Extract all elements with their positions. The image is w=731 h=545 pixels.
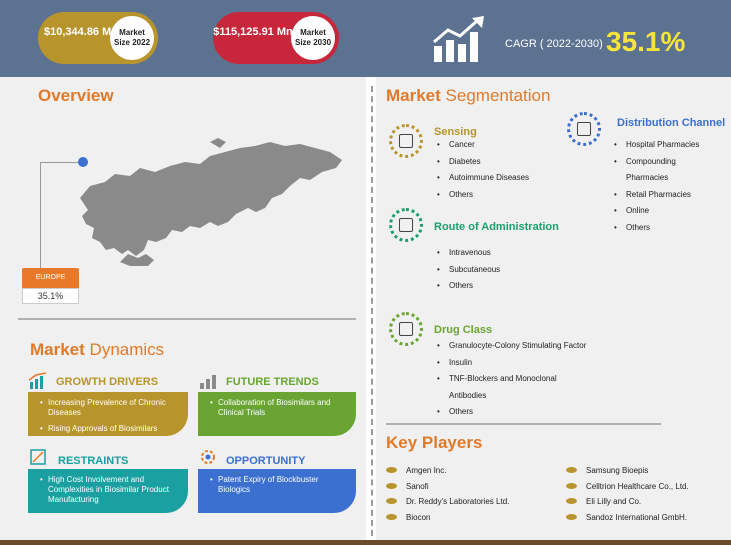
sensing-item: Others [437, 187, 529, 204]
growth-chart-icon [433, 16, 484, 62]
market-size-2022-pill: $10,344.86 Mn Market Size 2022 [38, 12, 158, 64]
route-icon [389, 208, 423, 242]
route-item: Intravenous [437, 245, 500, 262]
europe-map [80, 138, 342, 266]
distribution-item: Compounding Pharmacies [614, 154, 704, 187]
cagr-value: 35.1% [606, 26, 686, 57]
opportunity-title: OPPORTUNITY [226, 455, 306, 467]
key-players-left: Amgen Inc. Sanofi Dr. Reddy's Laboratori… [386, 463, 509, 525]
sensing-icon [389, 124, 423, 158]
restraint-item: High Cost Involvement and Complexities i… [40, 475, 180, 505]
dynamics-title: Market Dynamics [30, 340, 165, 359]
drug-class-item: Others [437, 404, 607, 421]
key-player-item: Sanofi [386, 479, 509, 495]
drug-class-item: Granulocyte-Colony Stimulating Factor [437, 338, 607, 355]
growth-driver-item: Increasing Prevalence of Chronic Disease… [40, 398, 180, 418]
distribution-icon [567, 112, 601, 146]
europe-value: 35.1% [22, 288, 79, 304]
future-trends-title: FUTURE TRENDS [226, 376, 319, 388]
distribution-item: Retail Pharmacies [614, 187, 724, 204]
drug-class-item: TNF-Blockers and Monoclonal Antibodies [437, 371, 577, 404]
bottom-bar [0, 540, 731, 545]
key-player-item: Amgen Inc. [386, 463, 509, 479]
route-title: Route of Administration [434, 221, 559, 233]
key-player-item: Celltrion Healthcare Co., Ltd. [566, 479, 689, 495]
route-item: Others [437, 278, 500, 295]
distribution-item: Online [614, 203, 724, 220]
overview-divider [18, 318, 356, 320]
market-size-2030-label: Market Size 2030 [291, 16, 335, 60]
distribution-item: Others [614, 220, 724, 237]
distribution-title: Distribution Channel [617, 117, 726, 129]
segmentation-title: Market Segmentation [386, 86, 551, 105]
growth-driver-item: Rising Approvals of Biosimilars [40, 424, 180, 434]
europe-label: EUROPE [22, 268, 79, 288]
key-player-item: Samsung Bioepis [566, 463, 689, 479]
growth-drivers-title: GROWTH DRIVERS [56, 376, 159, 388]
opportunity-card: Patent Expiry of Blockbuster Biologics [198, 469, 356, 513]
key-player-item: Dr. Reddy's Laboratories Ltd. [386, 494, 509, 510]
sensing-item: Diabetes [437, 154, 529, 171]
drug-class-title: Drug Class [434, 324, 493, 336]
future-trends-card: Collaboration of Biosimilars and Clinica… [198, 392, 356, 436]
distribution-item: Hospital Pharmacies [614, 137, 724, 154]
growth-drivers-card: Increasing Prevalence of Chronic Disease… [28, 392, 188, 436]
restraints-title: RESTRAINTS [58, 455, 129, 467]
route-item: Subcutaneous [437, 262, 500, 279]
future-trend-item: Collaboration of Biosimilars and Clinica… [210, 398, 348, 418]
key-player-item: Sandoz International GmbH. [566, 510, 689, 526]
restraints-icon [30, 449, 46, 465]
key-player-item: Biocon [386, 510, 509, 526]
route-list: Intravenous Subcutaneous Others [437, 245, 500, 295]
cagr-label: CAGR ( 2022-2030) [505, 38, 603, 50]
opportunity-item: Patent Expiry of Blockbuster Biologics [210, 475, 348, 495]
market-size-2030-value: $115,125.91 Mn [213, 26, 293, 38]
key-players-right: Samsung Bioepis Celltrion Healthcare Co.… [566, 463, 689, 525]
market-size-2030-pill: $115,125.91 Mn Market Size 2030 [213, 12, 339, 64]
segmentation-divider [386, 423, 661, 425]
drug-class-icon [389, 312, 423, 346]
key-player-item: Eli Lilly and Co. [566, 494, 689, 510]
key-players-title: Key Players [386, 433, 483, 452]
sensing-list: Cancer Diabetes Autoimmune Diseases Othe… [437, 137, 529, 203]
marker-line-h [40, 162, 78, 163]
sensing-item: Cancer [437, 137, 529, 154]
drug-class-item: Insulin [437, 355, 607, 372]
opportunity-icon [201, 450, 215, 464]
map-marker [78, 157, 88, 167]
vertical-divider [371, 86, 373, 536]
overview-title: Overview [38, 86, 114, 105]
distribution-list: Hospital Pharmacies Compounding Pharmaci… [614, 137, 724, 236]
restraints-card: High Cost Involvement and Complexities i… [28, 469, 188, 513]
growth-drivers-icon [28, 372, 47, 389]
sensing-item: Autoimmune Diseases [437, 170, 529, 187]
marker-line-v [40, 162, 41, 268]
future-trends-icon [200, 375, 216, 389]
drug-class-list: Granulocyte-Colony Stimulating Factor In… [437, 338, 607, 421]
market-size-2022-label: Market Size 2022 [110, 16, 154, 60]
